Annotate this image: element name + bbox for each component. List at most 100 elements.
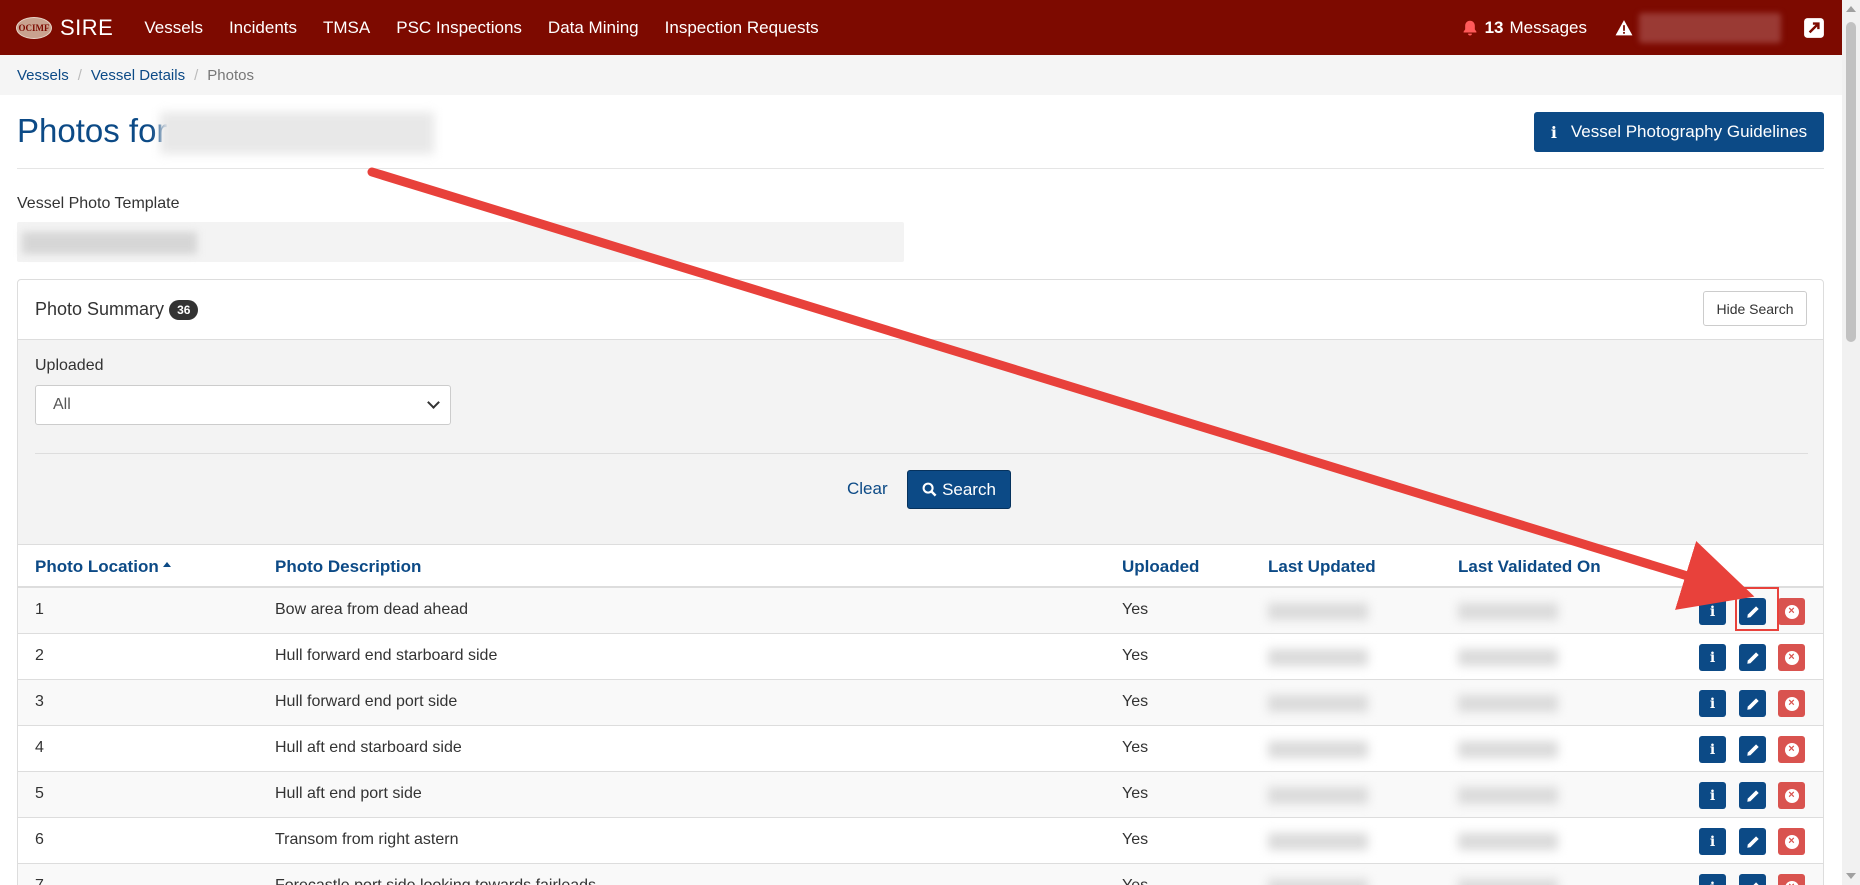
close-circle-icon: × (1784, 742, 1799, 757)
uploaded-filter-select[interactable]: All (35, 385, 451, 425)
cell-uploaded: Yes (1122, 693, 1149, 710)
close-circle-icon: × (1784, 834, 1799, 849)
scroll-thumb[interactable] (1846, 22, 1856, 342)
close-circle-icon: × (1784, 880, 1799, 885)
column-uploaded[interactable]: Uploaded (1122, 557, 1199, 577)
cell-last-updated-redacted (1268, 603, 1368, 620)
table-row: 5 Hull aft end port side Yes i × (18, 772, 1823, 818)
messages-label: Messages (1509, 17, 1587, 37)
edit-button[interactable] (1739, 782, 1766, 809)
photo-summary-panel: Photo Summary 36 Hide Search Uploaded Al… (17, 279, 1824, 885)
table-header: Photo Location Photo Description Uploade… (18, 545, 1823, 588)
top-navbar: OCIMF SIRE Vessels Incidents TMSA PSC In… (0, 0, 1842, 55)
close-circle-icon: × (1784, 604, 1799, 619)
nav-item-inspection-requests[interactable]: Inspection Requests (665, 18, 819, 38)
cell-photo-location: 1 (35, 601, 44, 618)
info-button[interactable]: i (1699, 598, 1726, 625)
info-button[interactable]: i (1699, 782, 1726, 809)
column-last-validated-on[interactable]: Last Validated On (1458, 557, 1601, 577)
pencil-icon (1752, 881, 1759, 885)
edit-button[interactable] (1739, 828, 1766, 855)
page-title: Photos for (17, 112, 168, 149)
nav-item-psc-inspections[interactable]: PSC Inspections (396, 18, 522, 38)
warning-icon[interactable] (1615, 19, 1633, 37)
delete-button[interactable]: × (1778, 644, 1805, 671)
info-icon: i (1709, 787, 1716, 804)
cell-last-updated-redacted (1268, 787, 1368, 804)
delete-button[interactable]: × (1778, 736, 1805, 763)
edit-button[interactable] (1739, 690, 1766, 717)
breadcrumb-vessel-details[interactable]: Vessel Details (91, 67, 185, 84)
breadcrumb-separator: / (77, 66, 82, 84)
breadcrumb-vessels[interactable]: Vessels (17, 67, 69, 84)
cell-photo-description: Forecastle port side looking towards fai… (275, 877, 596, 885)
nav-item-incidents[interactable]: Incidents (229, 18, 297, 38)
cell-photo-description: Hull aft end starboard side (275, 739, 462, 756)
external-link-icon[interactable] (1803, 17, 1825, 39)
info-button[interactable]: i (1699, 736, 1726, 763)
delete-button[interactable]: × (1778, 782, 1805, 809)
edit-button[interactable] (1739, 644, 1766, 671)
column-last-updated[interactable]: Last Updated (1268, 557, 1376, 577)
info-button[interactable]: i (1699, 690, 1726, 717)
template-value-redacted (22, 232, 197, 254)
cell-last-updated-redacted (1268, 649, 1368, 666)
cell-photo-location: 3 (35, 693, 44, 710)
page-scrollbar[interactable] (1842, 0, 1860, 885)
cell-last-updated-redacted (1268, 741, 1368, 758)
pencil-icon (1746, 835, 1759, 848)
chevron-down-icon (427, 396, 440, 409)
table-row: 4 Hull aft end starboard side Yes i × (18, 726, 1823, 772)
nav-item-data-mining[interactable]: Data Mining (548, 18, 639, 38)
cell-photo-location: 6 (35, 831, 44, 848)
uploaded-filter-label: Uploaded (35, 357, 104, 374)
delete-button[interactable]: × (1778, 598, 1805, 625)
cell-photo-description: Bow area from dead ahead (275, 601, 469, 618)
breadcrumb: Vessels / Vessel Details / Photos (0, 55, 1842, 95)
photography-guidelines-button[interactable]: i Vessel Photography Guidelines (1534, 112, 1824, 152)
edit-button[interactable] (1739, 874, 1766, 885)
hide-search-button[interactable]: Hide Search (1703, 291, 1807, 326)
uploaded-filter-value: All (53, 396, 71, 413)
template-label: Vessel Photo Template (17, 195, 180, 212)
brand[interactable]: OCIMF SIRE (16, 15, 113, 41)
breadcrumb-separator: / (194, 66, 199, 84)
cell-uploaded: Yes (1122, 785, 1149, 802)
breadcrumb-current: Photos (207, 66, 254, 84)
header-divider (17, 168, 1824, 169)
info-icon: i (1709, 741, 1716, 758)
bell-icon (1463, 20, 1477, 36)
pencil-icon (1746, 651, 1759, 664)
cell-uploaded: Yes (1122, 831, 1149, 848)
scroll-down-icon[interactable] (1846, 873, 1856, 879)
user-menu[interactable] (1639, 12, 1781, 43)
nav-item-tmsa[interactable]: TMSA (323, 18, 370, 38)
info-button[interactable]: i (1699, 828, 1726, 855)
info-button[interactable]: i (1699, 874, 1726, 885)
count-badge: 36 (169, 299, 199, 320)
guidelines-label: Vessel Photography Guidelines (1570, 122, 1808, 141)
cell-last-updated-redacted (1268, 695, 1368, 712)
search-button[interactable]: Search (907, 470, 1011, 509)
edit-button[interactable] (1739, 736, 1766, 763)
nav-item-vessels[interactable]: Vessels (144, 18, 203, 38)
cell-last-updated-redacted (1268, 833, 1368, 850)
scroll-up-icon[interactable] (1846, 6, 1856, 12)
delete-button[interactable]: × (1778, 690, 1805, 717)
table-row: 7 Forecastle port side looking towards f… (18, 864, 1823, 885)
search-icon (922, 482, 937, 497)
cell-last-validated-redacted (1458, 879, 1558, 885)
table-row: 6 Transom from right astern Yes i × (18, 818, 1823, 864)
messages-link[interactable]: 13 Messages (1461, 18, 1587, 38)
cell-last-updated-redacted (1268, 879, 1368, 885)
delete-button[interactable]: × (1778, 874, 1805, 885)
cell-photo-description: Hull forward end starboard side (275, 647, 498, 664)
clear-link[interactable]: Clear (847, 479, 888, 499)
cell-photo-location: 2 (35, 647, 44, 664)
column-photo-description[interactable]: Photo Description (275, 557, 421, 577)
ocimf-logo: OCIMF (16, 16, 52, 39)
column-photo-location[interactable]: Photo Location (35, 557, 171, 577)
cell-photo-location: 4 (35, 739, 44, 756)
info-button[interactable]: i (1699, 644, 1726, 671)
delete-button[interactable]: × (1778, 828, 1805, 855)
